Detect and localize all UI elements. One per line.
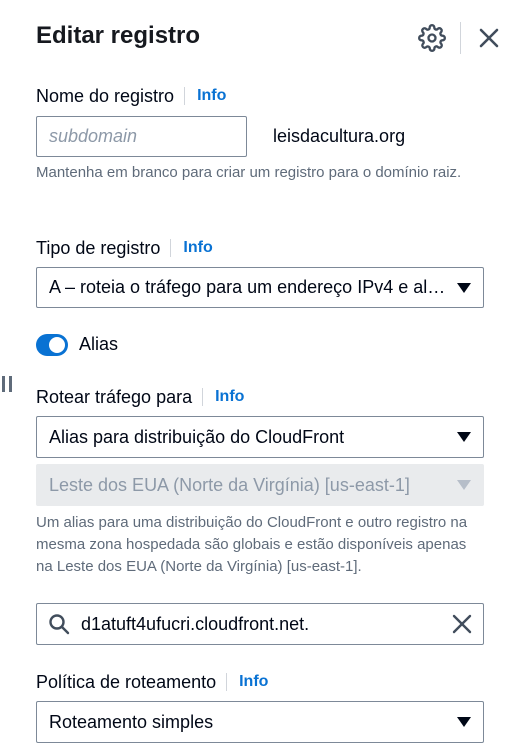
record-type-value: A – roteia o tráfego para um endereço IP…: [49, 277, 447, 297]
region-value: Leste dos EUA (Norte da Virgínia) [us-ea…: [49, 474, 410, 495]
toggle-knob: [49, 337, 65, 353]
subdomain-placeholder: subdomain: [49, 126, 138, 146]
routing-policy-info-link[interactable]: Info: [226, 673, 268, 691]
region-select: Leste dos EUA (Norte da Virgínia) [us-ea…: [36, 464, 484, 506]
alias-label: Alias: [79, 334, 119, 354]
search-icon: [47, 612, 71, 636]
record-name-label: Nome do registro: [36, 85, 175, 106]
domain-suffix: leisdacultura.org: [273, 126, 406, 146]
route-traffic-help: Um alias para uma distribuição do CloudF…: [36, 514, 468, 575]
alias-toggle[interactable]: [36, 334, 68, 356]
route-traffic-label-row: Rotear tráfego para Info: [36, 385, 244, 409]
resize-handle-icon[interactable]: [2, 376, 14, 392]
caret-down-icon: [457, 282, 471, 293]
routing-policy-label-row: Política de roteamento Info: [36, 670, 268, 694]
distribution-search-input[interactable]: d1atuft4ufucri.cloudfront.net.: [36, 603, 484, 645]
routing-policy-select[interactable]: Roteamento simples: [36, 701, 484, 743]
record-type-select[interactable]: A – roteia o tráfego para um endereço IP…: [36, 267, 484, 308]
route-traffic-info-link[interactable]: Info: [202, 388, 244, 406]
subdomain-input[interactable]: subdomain: [36, 116, 247, 157]
clear-icon[interactable]: [451, 613, 473, 635]
record-name-info-link[interactable]: Info: [184, 87, 226, 105]
record-type-info-link[interactable]: Info: [170, 239, 213, 257]
gear-icon[interactable]: [418, 24, 446, 52]
distribution-search-value: d1atuft4ufucri.cloudfront.net.: [81, 613, 310, 634]
header-divider: [460, 22, 461, 54]
routing-policy-value: Roteamento simples: [49, 711, 214, 732]
close-icon[interactable]: [476, 25, 502, 51]
record-type-label-row: Tipo de registro Info: [36, 236, 213, 260]
record-type-label: Tipo de registro: [36, 237, 161, 258]
caret-down-icon: [457, 480, 471, 490]
record-name-help: Mantenha em branco para criar um registr…: [36, 164, 462, 181]
caret-down-icon: [457, 432, 471, 442]
route-traffic-label: Rotear tráfego para: [36, 386, 193, 407]
endpoint-value: Alias para distribuição do CloudFront: [49, 426, 345, 447]
record-name-label-row: Nome do registro Info: [36, 84, 226, 108]
panel-title: Editar registro: [36, 22, 201, 49]
endpoint-select[interactable]: Alias para distribuição do CloudFront: [36, 416, 484, 458]
caret-down-icon: [457, 717, 471, 727]
routing-policy-label: Política de roteamento: [36, 671, 217, 692]
